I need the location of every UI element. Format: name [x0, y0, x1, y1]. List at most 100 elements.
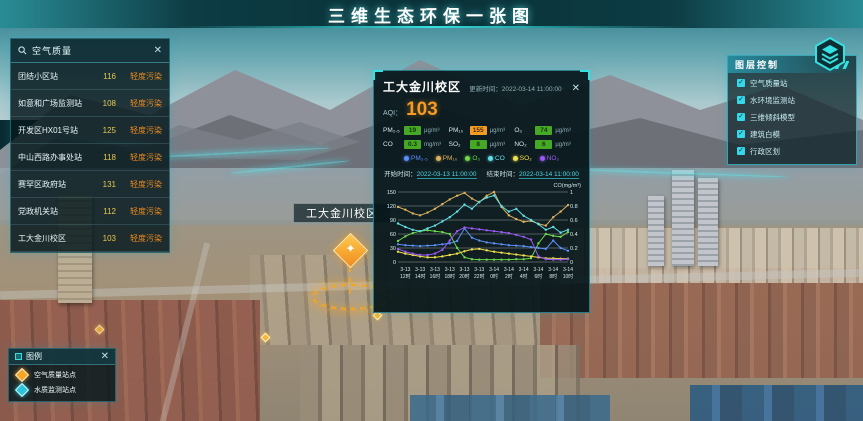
pollutant-value-badge: 74: [535, 126, 552, 135]
svg-text:8时: 8时: [549, 273, 557, 280]
legend-dot: [465, 156, 470, 161]
legend-list: 空气质量站点水质监测站点: [9, 365, 115, 395]
pollutant-label: O₃: [514, 127, 532, 134]
pollutant-unit: µg/m³: [424, 128, 439, 134]
checkbox-checked[interactable]: ✓: [737, 130, 745, 138]
station-list: 团结小区站116轻度污染如意和广场监测站108轻度污染开发区HX01号站125轻…: [11, 63, 169, 252]
legend-item-label: 水质监测站点: [34, 385, 76, 395]
legend-dot: [404, 156, 409, 161]
checkbox-checked[interactable]: ✓: [737, 79, 745, 87]
pollutant-unit: µg/m³: [555, 142, 570, 148]
close-icon[interactable]: ✕: [101, 352, 109, 362]
layer-list: ✓空气质量站✓水环境监测站✓三维倾斜模型✓建筑白模✓行政区划: [728, 76, 856, 158]
svg-text:0: 0: [393, 260, 396, 266]
station-name: 工大金川校区: [18, 233, 92, 244]
station-row[interactable]: 工大金川校区103轻度污染: [11, 225, 169, 252]
legend-label: CO: [495, 155, 505, 162]
pollutant-unit: µg/m³: [555, 128, 570, 134]
pollutant-cell: SO₂8µg/m³: [449, 140, 515, 149]
checkbox-checked[interactable]: ✓: [737, 113, 745, 121]
station-name: 赛罕区政府站: [18, 179, 92, 190]
station-row[interactable]: 如意和广场监测站108轻度污染: [11, 90, 169, 117]
legend-dot: [488, 156, 493, 161]
station-aqi-value: 103: [92, 234, 116, 243]
station-row[interactable]: 党政机关站112轻度污染: [11, 198, 169, 225]
close-icon[interactable]: ✕: [154, 46, 162, 56]
chart-legend-item[interactable]: NO₂: [540, 155, 559, 162]
pollutant-trend-chart: CO(mg/m³)15011200.8900.6600.4300.2003-13…: [383, 180, 580, 303]
legend-label: PM₁₀: [443, 155, 458, 162]
layers-hexagon-icon[interactable]: [812, 36, 848, 72]
pollutant-cell: CO0.3mg/m³: [383, 140, 449, 149]
station-aqi-value: 116: [92, 72, 116, 81]
pollutant-unit: µg/m³: [490, 142, 505, 148]
aqi-value: 103: [406, 99, 438, 121]
layer-item[interactable]: ✓三维倾斜模型: [728, 110, 856, 124]
end-time: 结束时间：2022-03-14 11:00:00: [487, 168, 579, 178]
close-icon[interactable]: ✕: [572, 84, 580, 94]
station-list-panel: 空气质量 ✕ 团结小区站116轻度污染如意和广场监测站108轻度污染开发区HX0…: [10, 38, 170, 253]
chart-legend-item[interactable]: SO₂: [513, 155, 532, 162]
station-name: 党政机关站: [18, 206, 92, 217]
legend-item: 空气质量站点: [9, 365, 115, 380]
pollutant-value-badge: 0.3: [404, 140, 421, 149]
chart-legend-item[interactable]: PM₂.₅: [404, 155, 428, 162]
station-row[interactable]: 团结小区站116轻度污染: [11, 63, 169, 90]
chart-legend-item[interactable]: CO: [488, 155, 505, 162]
checkbox-checked[interactable]: ✓: [737, 147, 745, 155]
layer-item-label: 行政区划: [750, 146, 780, 157]
station-detail-popup: 工大金川校区 更新时间：2022-03-14 11:00:00 ✕ AQI： 1…: [373, 70, 590, 313]
highrise-tower: [698, 178, 718, 266]
corner-accent: [580, 70, 590, 80]
station-aqi-status: 轻度污染: [116, 206, 162, 217]
marker-glyph: ✦: [344, 243, 357, 256]
pollutant-label: NO₂: [514, 141, 532, 148]
pollutant-cell: NO₂6µg/m³: [514, 140, 580, 149]
station-row[interactable]: 开发区HX01号站125轻度污染: [11, 117, 169, 144]
layer-item[interactable]: ✓空气质量站: [728, 76, 856, 90]
legend-title: 图例: [26, 351, 97, 362]
svg-text:3-13: 3-13: [400, 267, 410, 273]
legend-label: O₃: [472, 155, 480, 162]
svg-text:3-14: 3-14: [548, 267, 558, 273]
svg-text:6时: 6时: [535, 273, 543, 280]
station-panel-header: 空气质量 ✕: [11, 39, 169, 63]
checkbox-checked[interactable]: ✓: [737, 96, 745, 104]
chart-legend-item[interactable]: O₃: [465, 155, 480, 162]
layer-item[interactable]: ✓建筑白模: [728, 127, 856, 141]
layer-item-label: 水环境监测站: [750, 95, 795, 106]
svg-text:0.6: 0.6: [570, 218, 578, 224]
station-row[interactable]: 中山西路办事处站118轻度污染: [11, 144, 169, 171]
svg-text:90: 90: [390, 218, 396, 224]
chart-legend-item[interactable]: PM₁₀: [436, 155, 458, 162]
start-time-input[interactable]: 2022-03-13 11:00:00: [417, 171, 477, 179]
end-time-input[interactable]: 2022-03-14 11:00:00: [519, 171, 579, 179]
svg-text:120: 120: [387, 204, 396, 210]
station-panel-title: 空气质量: [32, 44, 149, 57]
legend-dot: [513, 156, 518, 161]
pollutant-value-badge: 8: [470, 140, 487, 149]
pollutant-value-badge: 19: [404, 126, 421, 135]
pollutant-unit: mg/m³: [424, 142, 441, 148]
pollutant-cell: PM₂.₅19µg/m³: [383, 126, 449, 135]
layer-item[interactable]: ✓ 水环境监测站: [728, 93, 856, 107]
aqi-label: AQI：: [383, 108, 402, 118]
legend-label: NO₂: [547, 155, 559, 162]
svg-text:2时: 2时: [505, 273, 513, 280]
chart-legend: PM₂.₅ PM₁₀ O₃ CO SO₂ NO₂: [383, 155, 580, 162]
pollutant-value-badge: 6: [535, 140, 552, 149]
pollutant-label: PM₂.₅: [383, 127, 401, 134]
layer-item[interactable]: ✓ 行政区划: [728, 144, 856, 158]
svg-text:22时: 22时: [474, 273, 485, 280]
map-canvas[interactable]: 工大金川校区 ✦ 三维生态环保一张图 空气质量 ✕ 团结小区站116轻度污染如意…: [0, 0, 863, 421]
svg-text:60: 60: [390, 232, 396, 238]
station-aqi-value: 125: [92, 126, 116, 135]
time-range-row: 开始时间：2022-03-13 11:00:00 结束时间：2022-03-14…: [383, 168, 580, 178]
svg-text:14时: 14时: [415, 273, 426, 280]
station-aqi-value: 108: [92, 99, 116, 108]
station-aqi-value: 118: [92, 153, 116, 162]
app-header: 三维生态环保一张图: [0, 0, 863, 28]
svg-text:3-13: 3-13: [445, 267, 455, 273]
station-row[interactable]: 赛罕区政府站131轻度污染: [11, 171, 169, 198]
pollutant-cell: O₃74µg/m³: [514, 126, 580, 135]
